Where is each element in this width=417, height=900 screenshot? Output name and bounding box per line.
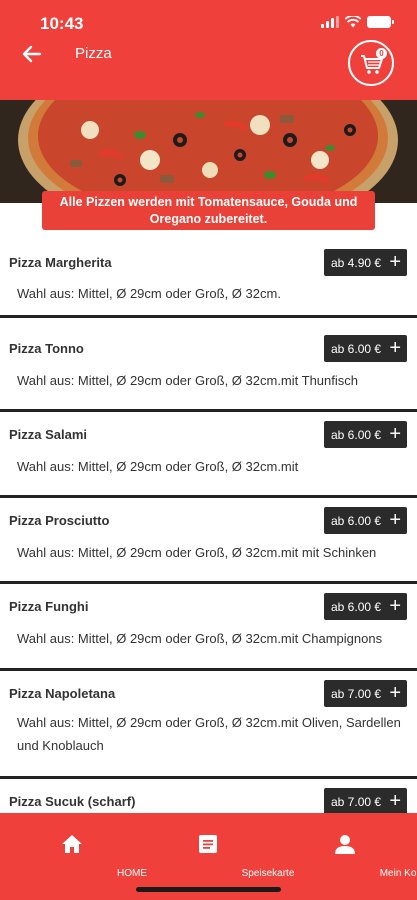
arrow-left-icon [22,45,42,63]
add-item-button[interactable]: ab 6.00 € + [324,335,407,362]
item-description-line: Wahl aus: Mittel, Ø 29cm oder Groß, Ø 32… [17,459,299,474]
item-name: Pizza Margherita [9,255,112,270]
list-item[interactable]: Pizza Tonno ab 6.00 € + Wahl aus: Mittel… [0,326,417,412]
info-text-line2: Oregano zubereitet. [149,212,268,226]
item-description-line: Wahl aus: Mittel, Ø 29cm oder Groß, Ø 32… [17,286,281,301]
battery-icon [367,16,394,28]
menu-card-icon [199,835,217,853]
item-name: Pizza Prosciutto [9,513,110,528]
item-name: Pizza Napoletana [9,686,116,701]
add-item-button[interactable]: ab 7.00 € + [324,680,407,707]
plus-icon: + [389,682,401,704]
plus-icon: + [389,595,401,617]
item-name: Pizza Funghi [9,599,89,614]
list-item[interactable]: Pizza Napoletana ab 7.00 € + Wahl aus: M… [0,671,417,779]
status-icons [321,16,394,28]
item-description: Wahl aus: Mittel, Ø 29cm oder Groß, Ø 32… [17,541,407,564]
back-button[interactable] [20,42,44,66]
menu-item-list: Pizza Margherita ab 4.90 € + Wahl aus: M… [0,240,417,839]
list-item[interactable]: Pizza Salami ab 6.00 € + Wahl aus: Mitte… [0,412,417,498]
cart-button[interactable]: 0 [348,40,394,86]
signal-icon [321,16,339,28]
plus-icon: + [389,337,401,359]
nav-home[interactable]: HOME [12,813,147,900]
item-name: Pizza Sucuk (scharf) [9,794,136,809]
bottom-navigation: HOME Speisekarte Mein Konto [0,813,417,900]
home-icon [62,835,82,853]
pizza-info-notice: Alle Pizzen werden mit Tomatensauce, Gou… [42,191,375,230]
add-item-button[interactable]: ab 6.00 € + [324,421,407,448]
list-item[interactable]: Pizza Prosciutto ab 6.00 € + Wahl aus: M… [0,498,417,584]
list-item[interactable]: Pizza Margherita ab 4.90 € + Wahl aus: M… [0,240,417,318]
item-description-line: Wahl aus: Mittel, Ø 29cm oder Groß, Ø 32… [17,373,358,388]
status-bar: 10:43 [0,0,417,44]
user-icon [335,835,355,854]
item-price: ab 7.00 € [331,794,382,809]
home-indicator [136,887,281,892]
item-description: Wahl aus: Mittel, Ø 29cm oder Groß, Ø 32… [17,282,407,305]
plus-icon: + [389,509,401,531]
info-text-line1: Alle Pizzen werden mit Tomatensauce, Gou… [59,195,358,209]
item-description: Wahl aus: Mittel, Ø 29cm oder Groß, Ø 32… [17,369,407,392]
item-description: Wahl aus: Mittel, Ø 29cm oder Groß, Ø 32… [17,711,407,757]
list-item[interactable]: Pizza Funghi ab 6.00 € + Wahl aus: Mitte… [0,584,417,671]
wifi-icon [345,16,361,28]
item-price: ab 6.00 € [331,427,382,442]
item-name: Pizza Salami [9,427,88,442]
item-price: ab 7.00 € [331,686,382,701]
plus-icon: + [389,423,401,445]
item-description-line: und Knoblauch [17,738,104,753]
item-description-line: Wahl aus: Mittel, Ø 29cm oder Groß, Ø 32… [17,631,383,646]
add-item-button[interactable]: ab 6.00 € + [324,593,407,620]
cart-count-badge: 0 [376,48,387,59]
item-price: ab 6.00 € [331,513,382,528]
nav-account-label: Mein Konto [379,868,417,879]
nav-account[interactable]: Mein Konto [285,813,417,900]
pizza-banner-image [0,100,417,203]
status-time: 10:43 [40,14,84,33]
item-name: Pizza Tonno [9,341,84,356]
item-description-line: Wahl aus: Mittel, Ø 29cm oder Groß, Ø 32… [17,715,401,730]
add-item-button[interactable]: ab 4.90 € + [324,249,407,276]
plus-icon: + [389,251,401,273]
item-description-line: Wahl aus: Mittel, Ø 29cm oder Groß, Ø 32… [17,545,377,560]
item-price: ab 6.00 € [331,599,382,614]
page-title: Pizza [75,45,112,62]
item-description: Wahl aus: Mittel, Ø 29cm oder Groß, Ø 32… [17,627,407,650]
plus-icon: + [389,790,401,812]
item-description: Wahl aus: Mittel, Ø 29cm oder Groß, Ø 32… [17,455,407,478]
app-header: 10:43 Pizza 0 [0,0,417,100]
add-item-button[interactable]: ab 6.00 € + [324,507,407,534]
item-price: ab 4.90 € [331,255,382,270]
item-price: ab 6.00 € [331,341,382,356]
add-item-button[interactable]: ab 7.00 € + [324,788,407,815]
